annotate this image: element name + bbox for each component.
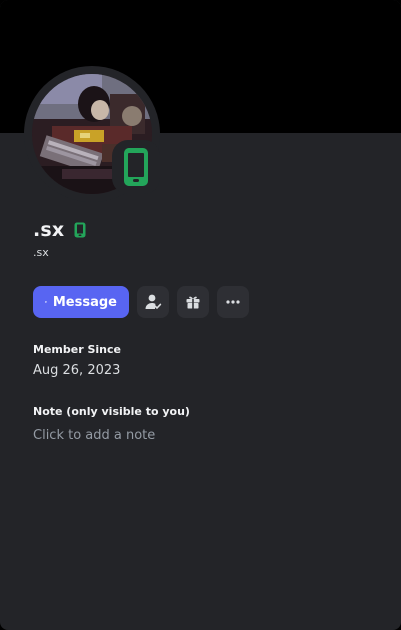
profile-actions: Message — [33, 286, 249, 318]
display-name: .sx — [33, 219, 65, 241]
message-button[interactable]: Message — [33, 286, 129, 318]
message-button-label: Message — [52, 294, 117, 310]
display-name-row: .sx — [33, 216, 86, 244]
gift-button[interactable] — [177, 286, 209, 318]
avatar-container[interactable] — [24, 66, 160, 202]
more-horizontal-icon — [226, 300, 240, 304]
note-input[interactable] — [27, 424, 379, 446]
user-profile-popout: .sx .sx Message Member Since Aug 26, 202… — [0, 0, 401, 630]
friend-request-pending-icon — [145, 294, 162, 309]
friend-request-button[interactable] — [137, 286, 169, 318]
mobile-status-icon — [124, 148, 148, 186]
member-since-date: Aug 26, 2023 — [33, 363, 121, 378]
status-indicator — [112, 140, 160, 194]
gift-icon — [186, 296, 200, 309]
chat-bubble-icon — [45, 301, 47, 303]
note-label: Note (only visible to you) — [33, 405, 190, 418]
more-button[interactable] — [217, 286, 249, 318]
username: .sx — [33, 246, 49, 259]
member-since-label: Member Since — [33, 343, 121, 356]
mobile-icon — [74, 222, 86, 238]
